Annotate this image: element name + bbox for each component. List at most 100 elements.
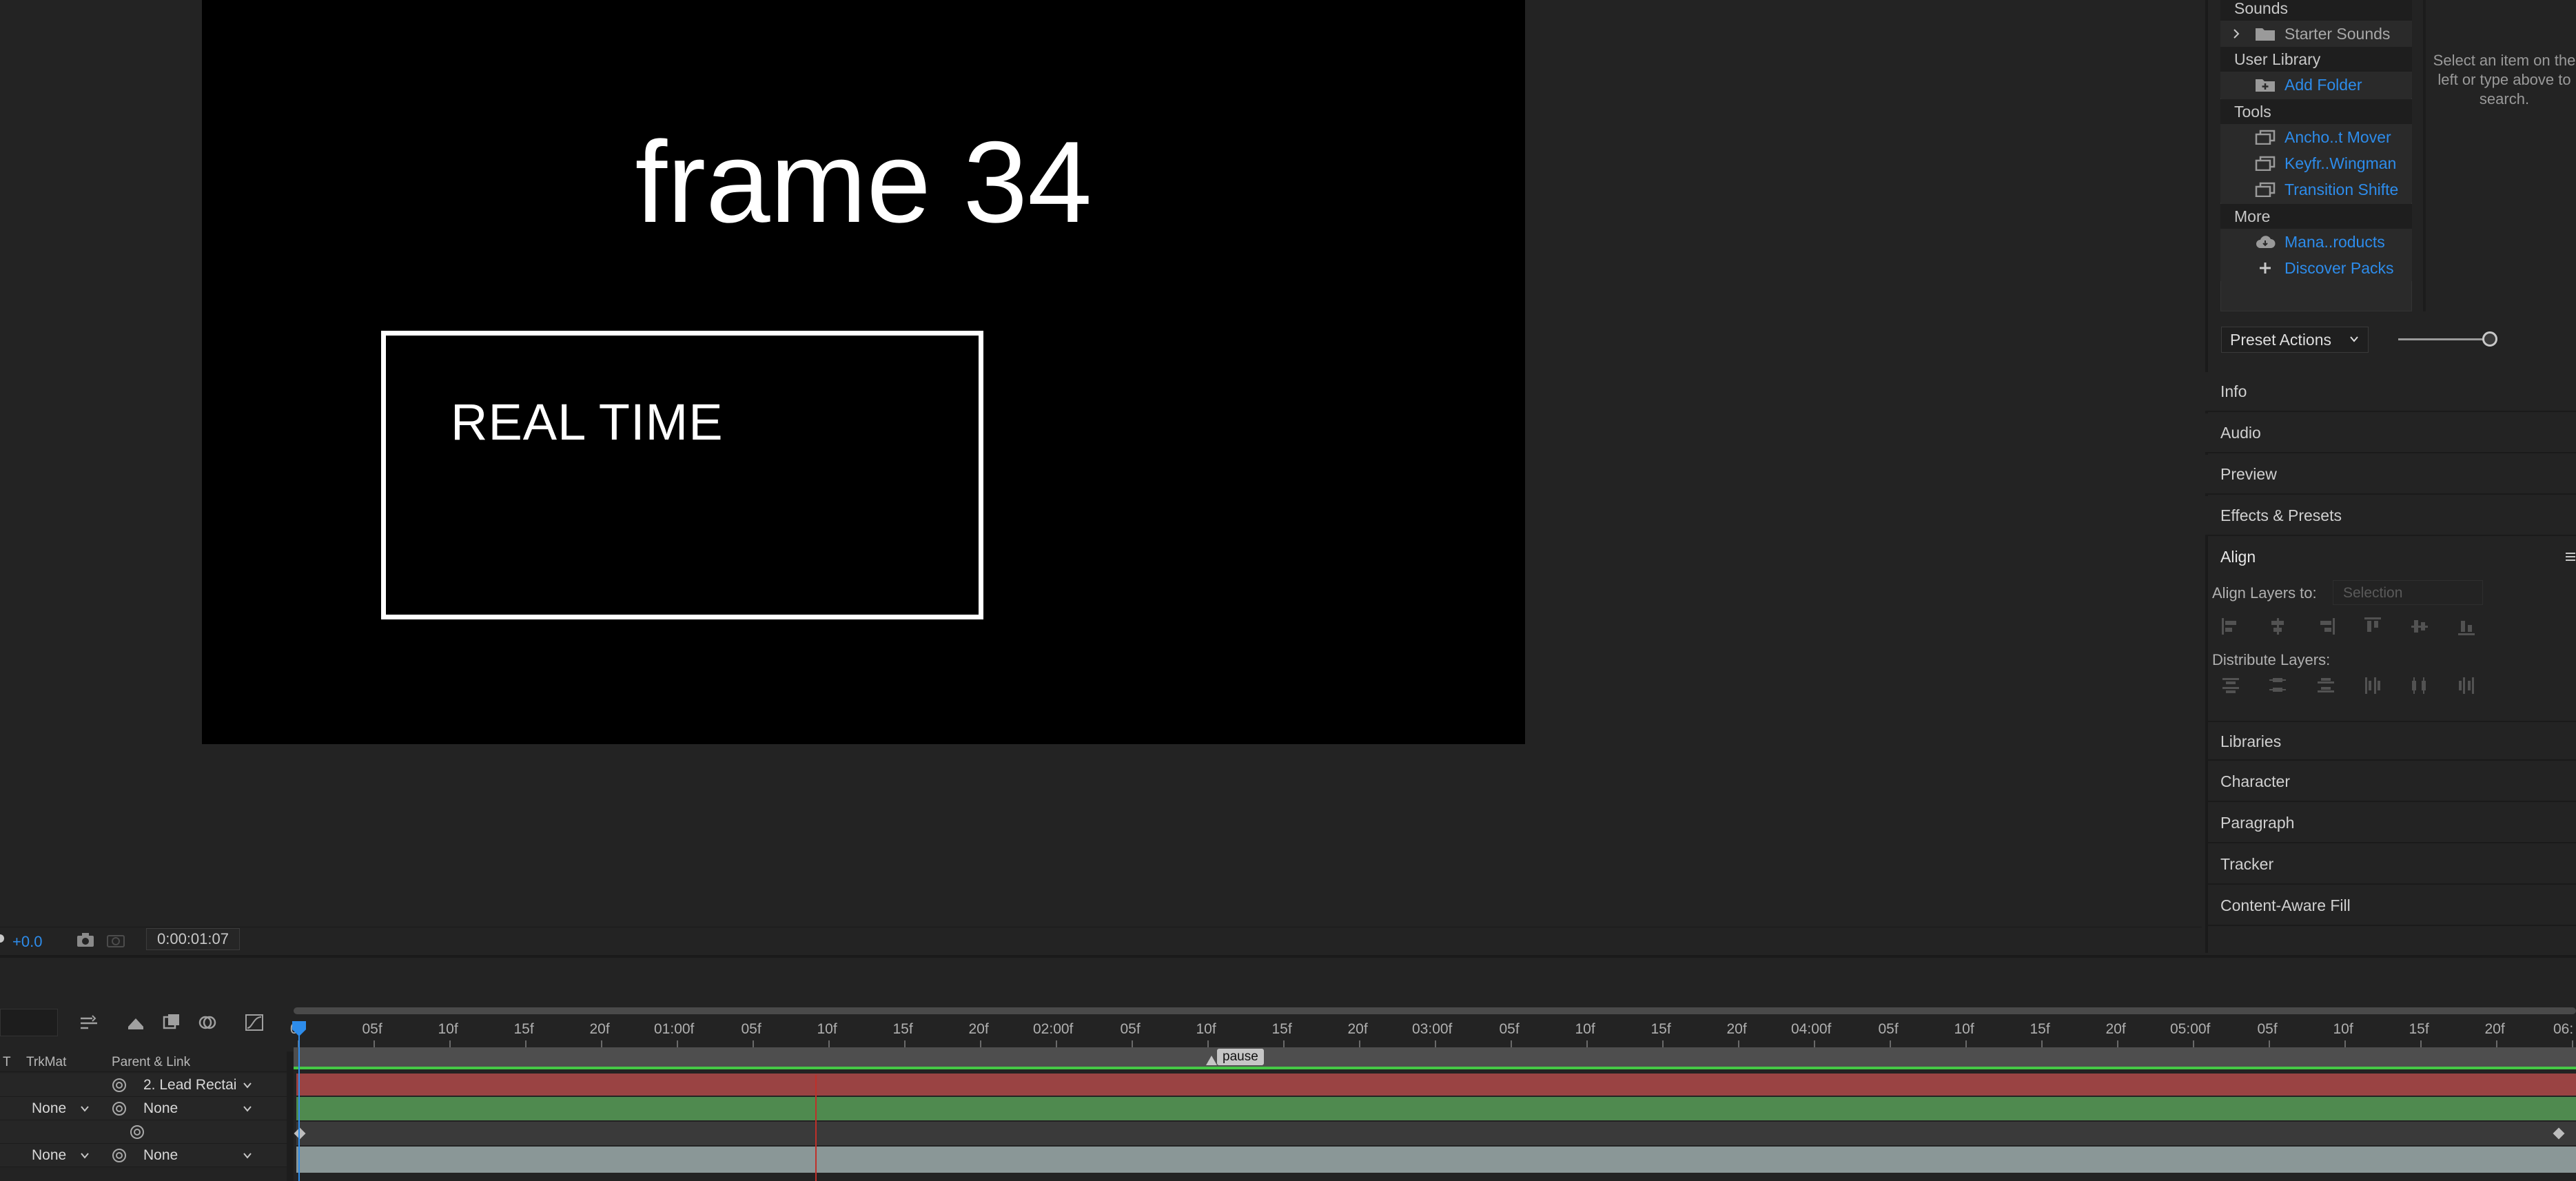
layer-row[interactable]: None None bbox=[0, 1144, 287, 1167]
library-item-label: Keyfr..Wingman bbox=[2284, 154, 2397, 172]
panel-info[interactable]: Info bbox=[2205, 372, 2576, 412]
pick-whip-icon[interactable] bbox=[110, 1100, 128, 1118]
layer-row[interactable]: 2. Lead Rectai bbox=[0, 1074, 287, 1097]
graph-editor-icon[interactable] bbox=[244, 1013, 265, 1032]
comp-flowchart-icon[interactable] bbox=[79, 1013, 99, 1032]
library-item-label: Starter Sounds bbox=[2284, 25, 2391, 43]
distribute-right-icon[interactable] bbox=[2456, 675, 2477, 696]
parent-dropdown[interactable]: 2. Lead Rectai bbox=[138, 1076, 258, 1095]
marker-track[interactable] bbox=[294, 1047, 2576, 1068]
layer-duration-bar-green[interactable] bbox=[296, 1097, 2576, 1120]
ruler-tick-label: 15f bbox=[2030, 1021, 2050, 1037]
panel-content-aware-fill[interactable]: Content-Aware Fill bbox=[2205, 886, 2576, 926]
rectangle-shape-layer[interactable] bbox=[381, 331, 983, 619]
ruler-tick-label: 05f bbox=[1499, 1021, 1520, 1037]
library-section-more: More bbox=[2220, 204, 2412, 229]
library-item-keyframe-wingman[interactable]: Keyfr..Wingman bbox=[2220, 150, 2412, 176]
folder-icon bbox=[2256, 28, 2275, 41]
show-snapshot-icon[interactable] bbox=[106, 932, 125, 948]
library-section-user-library: User Library bbox=[2220, 47, 2412, 72]
distribute-top-icon[interactable] bbox=[2220, 675, 2241, 696]
library-item-manage-products[interactable]: Mana..roducts bbox=[2220, 229, 2412, 255]
timeline-splitter[interactable] bbox=[287, 1051, 294, 1181]
thumbnail-size-slider-handle[interactable] bbox=[2482, 331, 2497, 347]
distribute-left-icon[interactable] bbox=[2362, 675, 2383, 696]
distribute-bottom-icon[interactable] bbox=[2316, 675, 2336, 696]
panel-tracker[interactable]: Tracker bbox=[2205, 845, 2576, 885]
frame-blending-icon[interactable] bbox=[161, 1013, 182, 1032]
ruler-tick-label: 05f bbox=[1878, 1021, 1899, 1037]
ruler-tick-label: 05f bbox=[1120, 1021, 1141, 1037]
library-item-label: Mana..roducts bbox=[2284, 233, 2385, 251]
column-trkmat-header[interactable]: TrkMat bbox=[26, 1055, 66, 1070]
layer-row[interactable]: None None bbox=[0, 1097, 287, 1120]
pick-whip-icon[interactable] bbox=[110, 1147, 128, 1164]
library-item-transition-shifter[interactable]: Transition Shifte bbox=[2220, 176, 2412, 203]
property-keyframe-track[interactable] bbox=[296, 1122, 2576, 1145]
panel-libraries[interactable]: Libraries bbox=[2205, 721, 2576, 761]
timeline-search-input[interactable] bbox=[0, 1009, 58, 1036]
shy-layers-icon[interactable] bbox=[125, 1013, 146, 1032]
align-horizontal-center-icon[interactable] bbox=[2267, 616, 2288, 637]
work-area-bar[interactable] bbox=[294, 1007, 2576, 1014]
chevron-down-icon bbox=[81, 1153, 89, 1159]
parent-dropdown[interactable]: None bbox=[138, 1146, 258, 1165]
panel-align[interactable]: Align bbox=[2205, 537, 2576, 577]
panel-menu-icon[interactable] bbox=[2565, 551, 2576, 562]
real-time-text-layer: REAL TIME bbox=[451, 393, 724, 451]
ruler-tick-label: 15f bbox=[1271, 1021, 1292, 1037]
library-item-anchor-mover[interactable]: Ancho..t Mover bbox=[2220, 124, 2412, 150]
panel-preview[interactable]: Preview bbox=[2205, 455, 2576, 495]
library-item-starter-sounds[interactable]: Starter Sounds bbox=[2220, 21, 2412, 47]
marker-flag-icon[interactable] bbox=[1206, 1056, 1217, 1065]
panel-audio[interactable]: Audio bbox=[2205, 413, 2576, 453]
layer-duration-bar-red[interactable] bbox=[296, 1074, 2576, 1096]
plus-icon bbox=[2260, 263, 2271, 274]
library-item-add-folder[interactable]: Add Folder bbox=[2220, 72, 2412, 98]
ruler-tick-label: 02:00f bbox=[1033, 1021, 1074, 1037]
distribute-horizontal-center-icon[interactable] bbox=[2409, 675, 2430, 696]
library-section-tools: Tools bbox=[2220, 99, 2412, 124]
thumbnail-size-slider-track[interactable] bbox=[2398, 338, 2488, 340]
align-vertical-center-icon[interactable] bbox=[2409, 616, 2430, 637]
align-right-icon[interactable] bbox=[2316, 616, 2336, 637]
pick-whip-icon[interactable] bbox=[110, 1076, 128, 1094]
parent-dropdown[interactable]: None bbox=[138, 1099, 258, 1118]
panel-paragraph[interactable]: Paragraph bbox=[2205, 803, 2576, 843]
chevron-down-icon bbox=[2350, 336, 2358, 342]
layer-property-row[interactable] bbox=[0, 1120, 287, 1144]
library-item-label: Transition Shifte bbox=[2284, 181, 2399, 198]
tool-window-icon bbox=[2255, 182, 2276, 197]
distribute-layers-label: Distribute Layers: bbox=[2212, 651, 2331, 668]
layer-duration-bar-grey[interactable] bbox=[296, 1147, 2576, 1173]
current-time-display[interactable]: 0:00:01:07 bbox=[146, 928, 240, 950]
align-layers-to-dropdown[interactable]: Selection bbox=[2333, 580, 2483, 605]
align-bottom-icon[interactable] bbox=[2456, 616, 2477, 637]
pause-marker[interactable]: pause bbox=[1217, 1049, 1264, 1065]
ruler-tick-label: 10f bbox=[817, 1021, 837, 1037]
column-t-header[interactable]: T bbox=[3, 1055, 11, 1070]
ruler-tick-label: 10f bbox=[2333, 1021, 2353, 1037]
panel-character[interactable]: Character bbox=[2205, 762, 2576, 802]
ruler-tick-label: 10f bbox=[438, 1021, 458, 1037]
chevron-right-icon[interactable] bbox=[2231, 28, 2241, 39]
chevron-down-icon bbox=[243, 1082, 252, 1089]
library-divider[interactable] bbox=[2423, 0, 2426, 311]
column-parent-link-header[interactable]: Parent & Link bbox=[112, 1055, 190, 1070]
chevron-down-icon bbox=[243, 1106, 252, 1112]
library-search-hint: Select an item on the left or type above… bbox=[2433, 52, 2576, 107]
panel-effects-presets[interactable]: Effects & Presets bbox=[2205, 496, 2576, 536]
camera-icon[interactable] bbox=[76, 932, 95, 948]
preset-actions-dropdown[interactable]: Preset Actions bbox=[2221, 327, 2369, 353]
distribute-vertical-center-icon[interactable] bbox=[2267, 675, 2288, 696]
library-item-discover-packs[interactable]: Discover Packs bbox=[2220, 255, 2412, 281]
motion-blur-icon[interactable] bbox=[197, 1013, 218, 1032]
align-top-icon[interactable] bbox=[2362, 616, 2383, 637]
ruler-tick-label: 03:00f bbox=[1412, 1021, 1453, 1037]
exposure-value[interactable]: +0.0 bbox=[12, 933, 42, 951]
comp-marker-line bbox=[815, 1075, 817, 1181]
ruler-tick-label: 20f bbox=[2105, 1021, 2126, 1037]
align-left-icon[interactable] bbox=[2220, 616, 2241, 637]
playhead-line[interactable] bbox=[298, 1027, 300, 1181]
pick-whip-icon[interactable] bbox=[128, 1123, 146, 1141]
